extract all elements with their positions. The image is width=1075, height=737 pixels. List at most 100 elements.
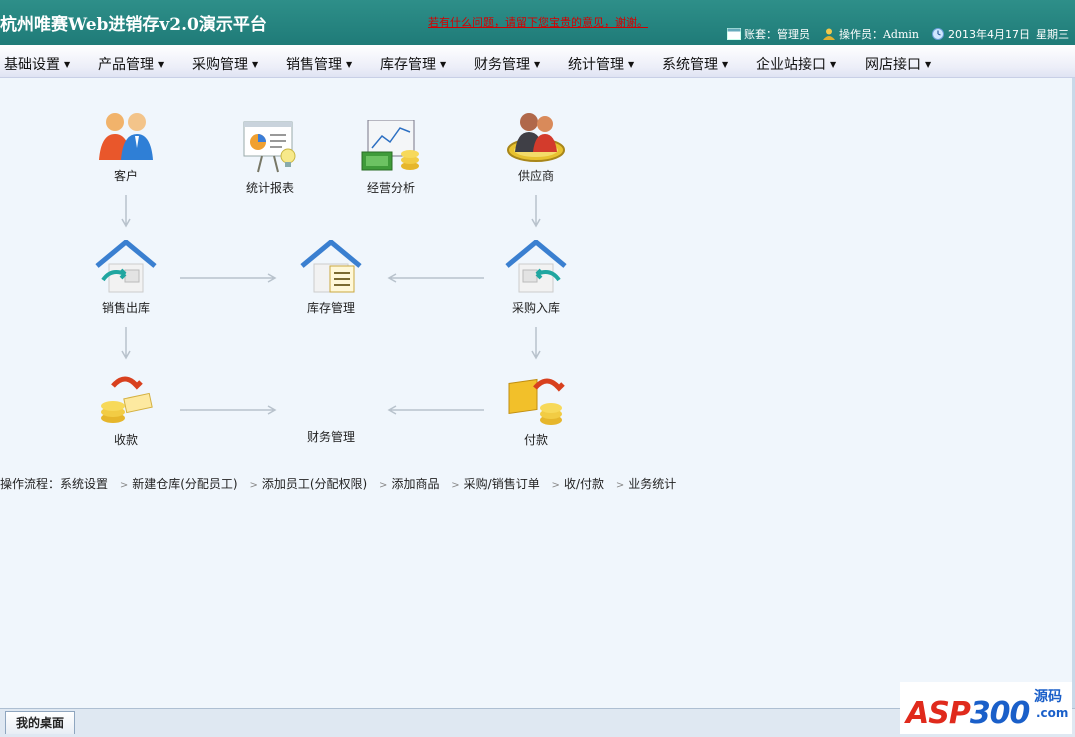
node-label: 财务管理 — [306, 430, 355, 444]
dropdown-caret-icon: ▼ — [722, 60, 729, 69]
flow-step: 添加员工(分配权限) — [261, 477, 368, 491]
menu-label: 财务管理 — [474, 57, 530, 73]
tab-my-desktop[interactable]: 我的桌面 — [5, 711, 75, 734]
menu-label: 网店接口 — [865, 57, 921, 73]
clock-icon — [932, 28, 944, 40]
menu-sales-management[interactable]: 销售管理 ▼ — [286, 54, 352, 74]
menu-inventory-management[interactable]: 库存管理 ▼ — [380, 54, 446, 74]
chevron-right-icon: > — [379, 480, 388, 491]
node-label: 经营分析 — [366, 181, 415, 195]
report-board-icon — [243, 121, 296, 173]
dropdown-caret-icon: ▼ — [440, 60, 447, 69]
node-inventory-management[interactable]: 库存管理 — [286, 238, 376, 316]
node-sales-outbound[interactable]: 销售出库 — [81, 238, 171, 316]
warehouse-document-icon — [300, 238, 362, 293]
menu-finance-management[interactable]: 财务管理 ▼ — [474, 54, 540, 74]
chevron-right-icon: > — [551, 480, 560, 491]
menu-basic-settings[interactable]: 基础设置 ▼ — [4, 54, 70, 74]
arrow-down-icon — [531, 327, 541, 360]
node-payment[interactable]: 付款 — [491, 372, 581, 448]
node-customer[interactable]: 客户 — [81, 108, 171, 184]
main-menu-bar: 基础设置 ▼ 产品管理 ▼ 采购管理 ▼ 销售管理 ▼ 库存管理 ▼ 财务管理 ▼ 统计管理… — [0, 45, 1075, 78]
operator-info: 操作员： Admin — [822, 26, 919, 42]
arrow-right-icon — [180, 405, 277, 415]
menu-label: 企业站接口 — [756, 57, 826, 73]
watermark-logo: ASP300 源码 .com — [900, 682, 1072, 734]
node-label: 统计报表 — [245, 181, 294, 195]
menu-label: 库存管理 — [380, 57, 436, 73]
current-weekday: 星期三 — [1036, 28, 1069, 41]
supplier-icon — [507, 113, 565, 162]
menu-label: 基础设置 — [4, 57, 60, 73]
date-info: 2013年4月17日 星期三 — [931, 26, 1069, 42]
flow-step: 系统设置 — [60, 477, 109, 491]
dropdown-caret-icon: ▼ — [64, 60, 71, 69]
user-info-bar: 账套： 管理员 操作员： Admin 2013年4月17日 星期三 — [726, 26, 1069, 42]
menu-online-shop-api[interactable]: 网店接口 ▼ — [865, 54, 931, 74]
menu-product-management[interactable]: 产品管理 ▼ — [98, 54, 164, 74]
account-book-icon — [726, 28, 741, 40]
chevron-right-icon: > — [615, 480, 625, 491]
business-analysis-icon — [361, 119, 419, 171]
dropdown-caret-icon: ▼ — [158, 60, 165, 69]
money-pay-icon — [508, 378, 565, 425]
node-label: 供应商 — [517, 169, 554, 183]
node-finance-management[interactable]: 财务管理 — [286, 372, 376, 445]
warehouse-out-icon — [95, 238, 157, 293]
dropdown-caret-icon: ▼ — [628, 60, 635, 69]
app-header: 杭州唯赛Web进销存v2.0演示平台 若有什么问题，请留下您宝贵的意见，谢谢。 … — [0, 0, 1075, 45]
dropdown-caret-icon: ▼ — [346, 60, 353, 69]
node-purchase-inbound[interactable]: 采购入库 — [491, 238, 581, 316]
menu-label: 统计管理 — [568, 57, 624, 73]
account-info: 账套： 管理员 — [726, 26, 810, 42]
dropdown-caret-icon: ▼ — [830, 60, 837, 69]
customer-group-icon — [99, 113, 153, 160]
arrow-down-icon — [531, 195, 541, 228]
arrow-right-icon — [180, 273, 277, 283]
operator-value: Admin — [882, 27, 919, 41]
node-label: 销售出库 — [101, 301, 150, 315]
arrow-down-icon — [121, 195, 131, 228]
operation-flow: 操作流程：系统设置 > 新建仓库(分配员工) > 添加员工(分配权限) > 添加商品 … — [0, 475, 676, 492]
flow-step: 新建仓库(分配员工) — [132, 477, 238, 491]
warehouse-in-icon — [505, 238, 567, 293]
watermark-brand: ASP300 — [906, 696, 1030, 731]
account-label: 账套： — [743, 28, 777, 41]
node-label: 收款 — [113, 433, 138, 447]
arrow-down-icon — [121, 327, 131, 360]
node-receipt[interactable]: 收款 — [81, 372, 171, 448]
arrow-left-icon — [387, 273, 484, 283]
user-icon — [822, 28, 835, 40]
dropdown-caret-icon: ▼ — [252, 60, 259, 69]
node-label: 采购入库 — [511, 301, 560, 315]
feedback-notice-link[interactable]: 若有什么问题，请留下您宝贵的意见，谢谢。 — [428, 14, 648, 30]
menu-statistics-management[interactable]: 统计管理 ▼ — [568, 54, 634, 74]
menu-purchase-management[interactable]: 采购管理 ▼ — [192, 54, 258, 74]
node-statistics-report[interactable]: 统计报表 — [225, 120, 315, 196]
chevron-right-icon: > — [119, 480, 129, 491]
operator-label: 操作员： — [838, 28, 883, 41]
node-business-analysis[interactable]: 经营分析 — [346, 119, 436, 196]
flow-step: 收/付款 — [563, 477, 604, 491]
menu-system-management[interactable]: 系统管理 ▼ — [662, 54, 728, 74]
flow-step: 业务统计 — [628, 477, 677, 491]
flow-step: 采购/销售订单 — [463, 477, 540, 491]
chevron-right-icon: > — [451, 480, 460, 491]
watermark-com: .com — [1036, 706, 1069, 720]
node-supplier[interactable]: 供应商 — [491, 108, 581, 184]
desktop-panel: 客户 统计报表 经营分析 供应商 销售出库 库存管理 采购入库 收款 财务管理 … — [0, 78, 1075, 708]
node-label: 库存管理 — [306, 301, 355, 315]
account-value: 管理员 — [776, 28, 810, 41]
menu-label: 产品管理 — [98, 57, 154, 73]
node-label: 客户 — [113, 169, 138, 183]
menu-enterprise-site-api[interactable]: 企业站接口 ▼ — [756, 54, 836, 74]
app-title: 杭州唯赛Web进销存v2.0演示平台 — [0, 15, 267, 35]
arrow-left-icon — [387, 405, 484, 415]
dropdown-caret-icon: ▼ — [925, 60, 932, 69]
money-receive-icon — [101, 376, 153, 423]
menu-label: 系统管理 — [662, 57, 718, 73]
dropdown-caret-icon: ▼ — [534, 60, 541, 69]
watermark-ym: 源码 — [1034, 689, 1062, 705]
chevron-right-icon: > — [249, 480, 258, 491]
menu-label: 采购管理 — [192, 57, 248, 73]
